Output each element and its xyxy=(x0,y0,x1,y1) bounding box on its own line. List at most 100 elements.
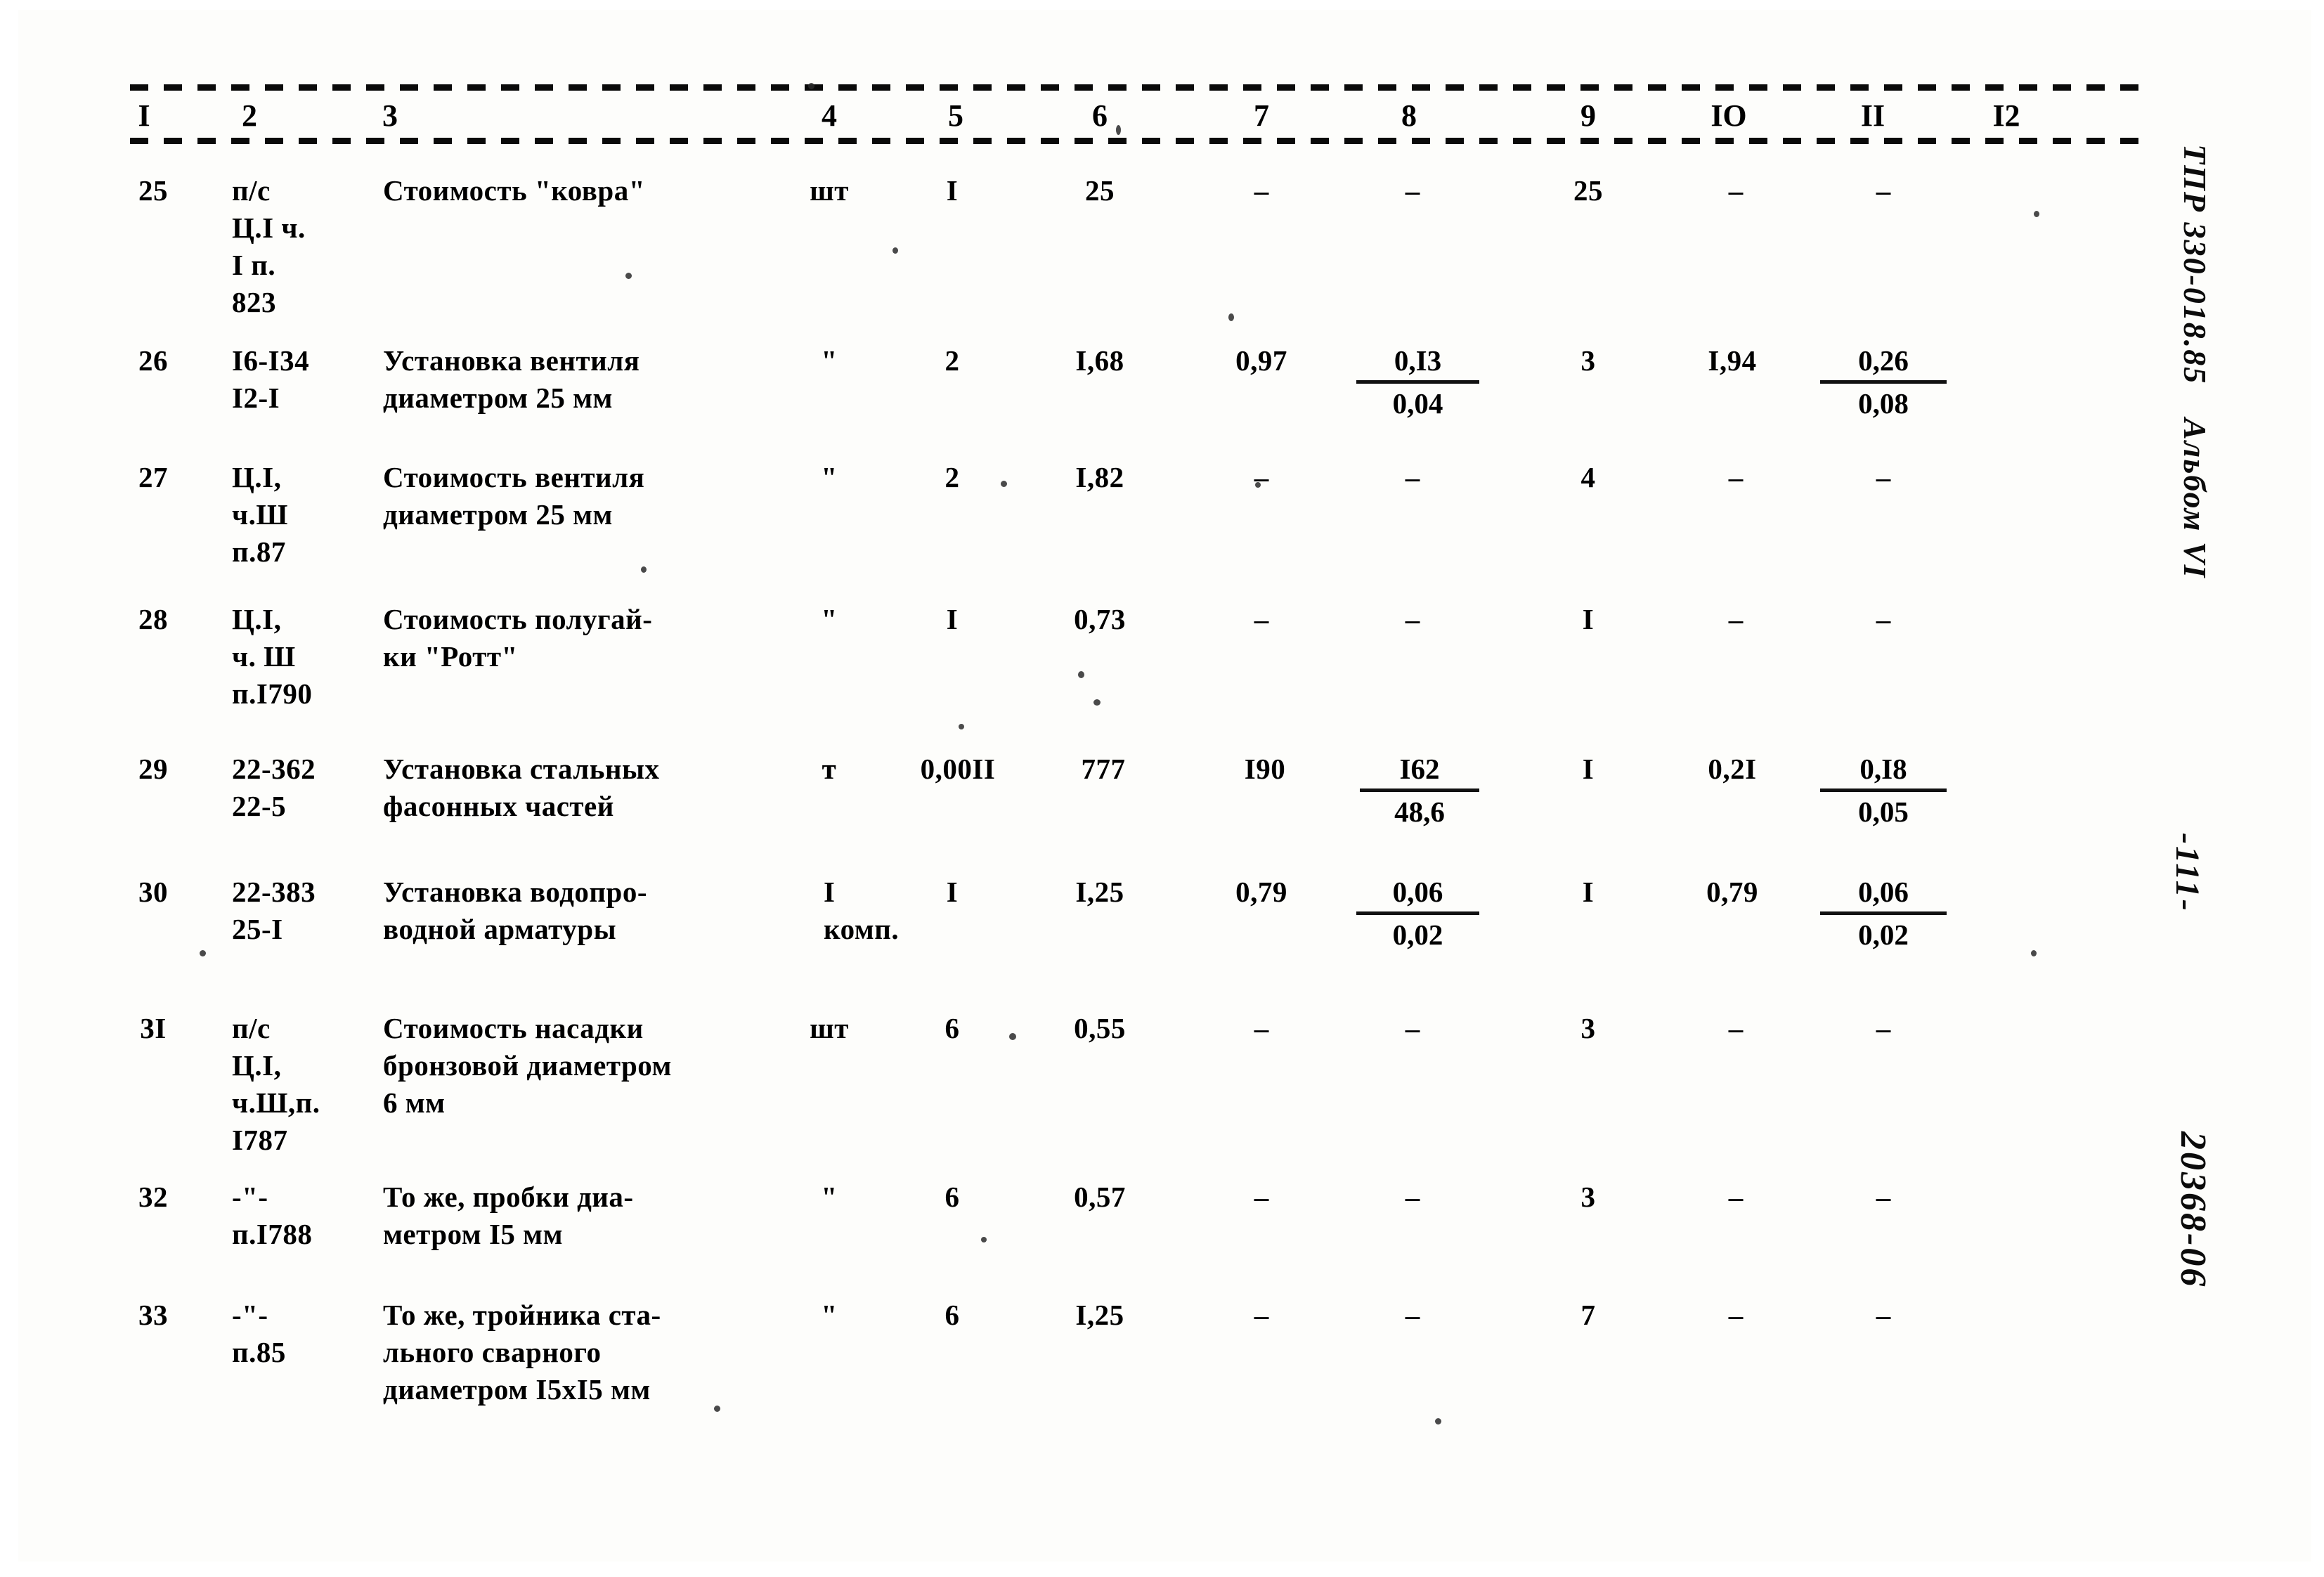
scan-speck xyxy=(1435,1418,1441,1425)
margin-note-page-number: -111- xyxy=(2169,833,2206,913)
row-col8: – xyxy=(1405,1012,1420,1044)
column-header-7: 7 xyxy=(1254,98,1269,133)
row-col9: 3 xyxy=(1580,1012,1596,1044)
row-col5: I xyxy=(946,174,959,207)
scan-speck xyxy=(1009,1033,1016,1040)
row-col8-denominator: 48,6 xyxy=(1394,796,1445,828)
row-col9: I xyxy=(1582,603,1595,635)
row-no: 25 xyxy=(138,174,168,207)
row-col7: 0,79 xyxy=(1235,876,1287,908)
row-col11-denominator: 0,02 xyxy=(1858,919,1909,951)
row-col7: – xyxy=(1254,1181,1269,1213)
row-col10: – xyxy=(1728,1181,1744,1213)
row-col9: I xyxy=(1582,753,1595,785)
row-unit: " xyxy=(821,461,838,493)
row-col6: I,82 xyxy=(1075,461,1124,493)
row-name: Стоимость вентиля диаметром 25 мм xyxy=(383,461,645,531)
row-col11: – xyxy=(1876,603,1891,635)
row-col7: – xyxy=(1254,174,1269,207)
document-page: I 2 3 4 5 6 7 8 9 IO II I2 25 п/с Ц.I ч.… xyxy=(0,0,2324,1577)
row-col10: – xyxy=(1728,461,1744,493)
column-header-2: 2 xyxy=(242,98,257,133)
row-col10: – xyxy=(1728,1299,1744,1331)
row-col8: – xyxy=(1405,461,1420,493)
row-unit: шт xyxy=(810,174,849,207)
row-no: 32 xyxy=(138,1181,168,1213)
column-header-4: 4 xyxy=(822,98,837,133)
row-no: 28 xyxy=(138,603,168,635)
column-header-1: I xyxy=(138,98,150,133)
row-col11-numerator: 0,26 xyxy=(1820,342,1947,384)
row-col8: – xyxy=(1405,603,1420,635)
row-col11-denominator: 0,05 xyxy=(1858,796,1909,828)
margin-note-album: Альбом VI xyxy=(2177,418,2213,579)
row-col8-denominator: 0,04 xyxy=(1392,387,1443,420)
scan-speck xyxy=(1093,699,1101,706)
row-col8: – xyxy=(1405,1299,1420,1331)
row-col9: 3 xyxy=(1580,1181,1596,1213)
row-col10: I,94 xyxy=(1708,344,1757,377)
row-col11-denominator: 0,08 xyxy=(1858,387,1909,420)
row-unit: " xyxy=(821,344,838,377)
row-unit: " xyxy=(821,1181,838,1213)
row-name: Установка стальных фасонных частей xyxy=(383,753,660,822)
row-col5: I xyxy=(946,876,959,908)
row-col11: – xyxy=(1876,1012,1891,1044)
row-col6: 0,73 xyxy=(1074,603,1126,635)
column-header-3: 3 xyxy=(382,98,398,133)
row-col6: 25 xyxy=(1085,174,1115,207)
row-name: Установка водопро- водной арматуры xyxy=(383,876,647,945)
column-header-12: I2 xyxy=(1992,98,2020,133)
row-unit: т xyxy=(822,753,837,785)
scan-speck xyxy=(1116,125,1121,135)
row-col11-numerator: 0,I8 xyxy=(1820,751,1947,792)
scan-speck xyxy=(714,1406,720,1412)
row-col11-fraction: 0,I8 0,05 xyxy=(1820,751,1947,831)
row-col9: 3 xyxy=(1580,344,1596,377)
row-name: То же, пробки диа- метром I5 мм xyxy=(383,1181,634,1250)
row-col10: – xyxy=(1728,174,1744,207)
row-col9: 25 xyxy=(1573,174,1603,207)
row-unit: " xyxy=(821,603,838,635)
row-col7: – xyxy=(1254,461,1269,493)
row-col5: 2 xyxy=(944,344,960,377)
scan-speck xyxy=(1001,481,1007,487)
row-no: 33 xyxy=(138,1299,168,1331)
row-col10: 0,2I xyxy=(1708,753,1757,785)
row-col10: – xyxy=(1728,1012,1744,1044)
row-col6: 0,55 xyxy=(1074,1012,1126,1044)
scan-speck xyxy=(641,566,647,573)
row-no: 26 xyxy=(138,344,168,377)
row-col8-denominator: 0,02 xyxy=(1392,919,1443,951)
row-col8-numerator: 0,06 xyxy=(1356,874,1479,915)
row-no: 27 xyxy=(138,461,168,493)
row-code: -"- п.85 xyxy=(232,1299,286,1368)
estimate-table: I 2 3 4 5 6 7 8 9 IO II I2 25 п/с Ц.I ч.… xyxy=(0,0,2324,1577)
scan-speck xyxy=(1078,671,1084,678)
row-col8-fraction: 0,I3 0,04 xyxy=(1356,342,1479,422)
column-header-10: IO xyxy=(1710,98,1747,133)
row-col5: 0,00II xyxy=(920,753,996,785)
row-name: То же, тройника ста- льного сварного диа… xyxy=(383,1299,661,1406)
row-col7: I90 xyxy=(1244,753,1286,785)
scan-speck xyxy=(959,724,964,729)
row-code: п/с Ц.I ч. I п. 823 xyxy=(232,174,306,318)
scan-speck xyxy=(892,247,898,254)
row-col8-numerator: 0,I3 xyxy=(1356,342,1479,384)
row-col7: – xyxy=(1254,1299,1269,1331)
row-unit: " xyxy=(821,1299,838,1331)
column-header-5: 5 xyxy=(948,98,963,133)
row-col6: I,25 xyxy=(1075,876,1124,908)
row-col9: 7 xyxy=(1580,1299,1596,1331)
row-col7: – xyxy=(1254,1012,1269,1044)
row-name: Стоимость полугай- ки "Ротт" xyxy=(383,603,653,673)
row-col11: – xyxy=(1876,461,1891,493)
row-col5: 6 xyxy=(944,1012,960,1044)
row-col11: – xyxy=(1876,1181,1891,1213)
scan-speck xyxy=(2031,950,2037,956)
scan-speck xyxy=(200,950,206,956)
row-code: Ц.I, ч. Ш п.I790 xyxy=(232,603,313,710)
scan-speck xyxy=(1228,313,1234,321)
row-col5: I xyxy=(946,603,959,635)
row-col8-fraction: I62 48,6 xyxy=(1360,751,1479,831)
